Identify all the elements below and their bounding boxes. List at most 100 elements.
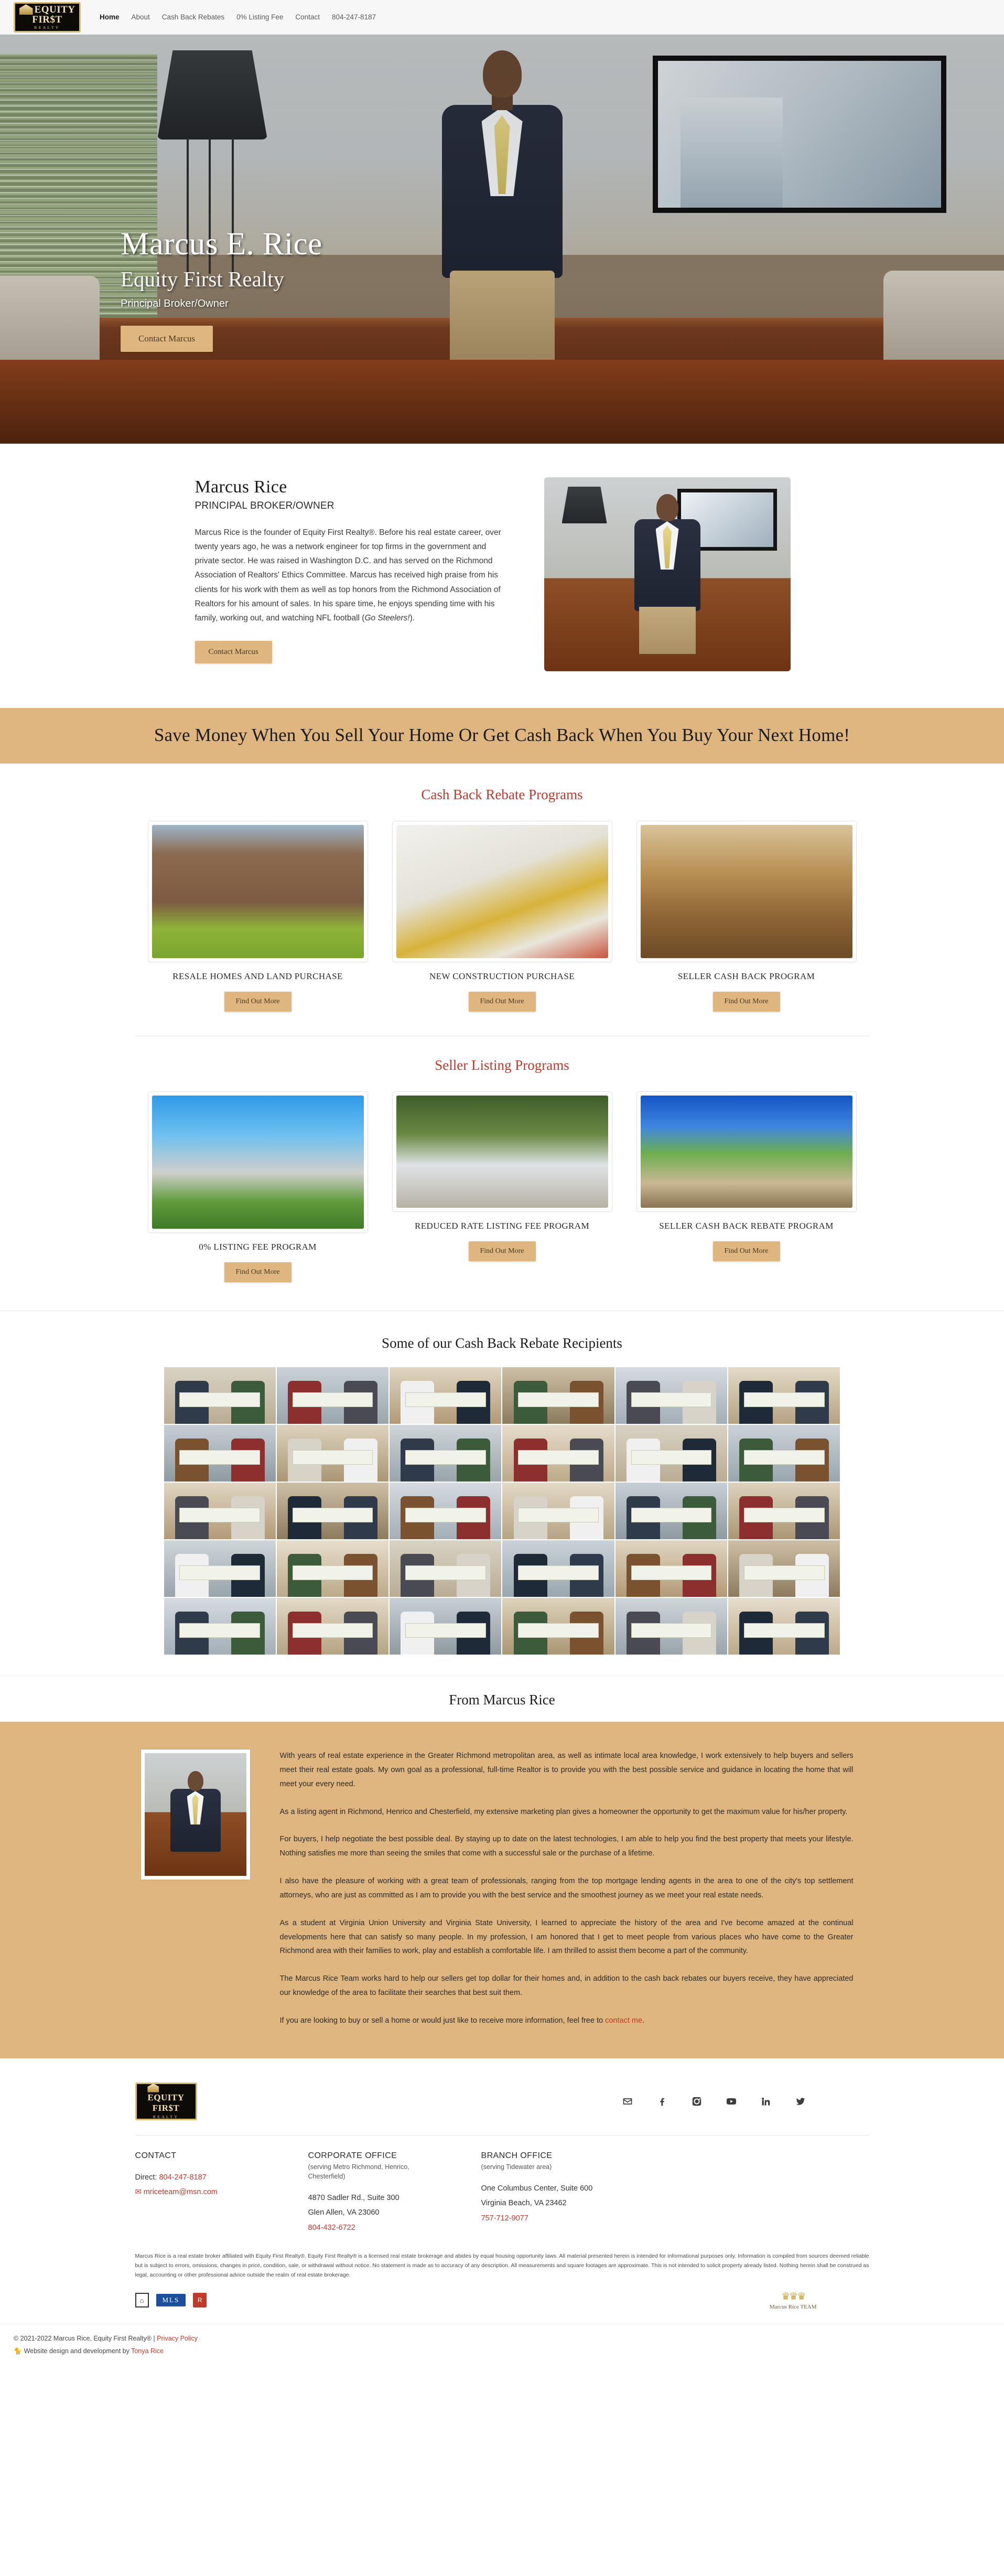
gallery-photo xyxy=(615,1425,728,1482)
about-role: PRINCIPAL BROKER/OWNER xyxy=(195,500,334,511)
find-out-more-button[interactable]: Find Out More xyxy=(712,992,780,1012)
gallery-photo xyxy=(502,1598,614,1655)
gallery-photo xyxy=(164,1540,276,1597)
about-section: Marcus Rice PRINCIPAL BROKER/OWNER Marcu… xyxy=(0,444,1004,708)
about-portrait-photo xyxy=(544,477,791,671)
hero-contact-button[interactable]: Contact Marcus xyxy=(121,326,213,352)
program-card-label: REDUCED RATE LISTING FEE PROGRAM xyxy=(415,1221,589,1231)
program-card-thumbnail[interactable] xyxy=(392,821,612,962)
program-card-label: 0% LISTING FEE PROGRAM xyxy=(199,1242,317,1252)
seller-listing-card-grid: 0% LISTING FEE PROGRAM Find Out More RED… xyxy=(135,1091,869,1283)
linkedin-icon[interactable] xyxy=(760,2096,772,2107)
gallery-photo xyxy=(164,1483,276,1540)
from-marcus-title: From Marcus Rice xyxy=(449,1692,555,1708)
email-icon[interactable] xyxy=(622,2096,633,2107)
gallery-photo xyxy=(615,1367,728,1424)
footer-logo[interactable]: EQUITY FIR$T REALTY xyxy=(135,2082,197,2120)
from-marcus-paragraph: For buyers, I help negotiate the best po… xyxy=(279,1835,854,1858)
gallery-photo xyxy=(276,1598,389,1655)
footer-columns: CONTACT Direct: 804-247-8187 ✉ mriceteam@… xyxy=(135,2151,869,2235)
logo-text-realty: REALTY xyxy=(153,2114,179,2119)
footer-contact-heading: CONTACT xyxy=(135,2151,177,2160)
nav-item-home[interactable]: Home xyxy=(100,13,120,21)
program-card-thumbnail[interactable] xyxy=(636,821,857,962)
twitter-icon[interactable] xyxy=(795,2096,806,2107)
footer-branch-column: BRANCH OFFICE (serving Tidewater area) O… xyxy=(481,2151,869,2235)
gallery-photo xyxy=(502,1483,614,1540)
house-logo-icon xyxy=(19,4,33,15)
nav-links: Home About Cash Back Rebates 0% Listing … xyxy=(100,13,376,21)
footer-badges: ⌂ MLS R ♛♛♛ Marcus Rice TEAM xyxy=(135,2291,869,2324)
from-marcus-heading-bar: From Marcus Rice xyxy=(0,1676,1004,1722)
hero-subtitle: Equity First Realty xyxy=(121,267,285,292)
footer-corporate-address2: Glen Allen, VA 23060 xyxy=(308,2208,380,2217)
footer-email-link[interactable]: mriceteam@msn.com xyxy=(144,2188,218,2196)
privacy-policy-link[interactable]: Privacy Policy xyxy=(157,2335,198,2342)
footer-corporate-phone[interactable]: 804-432-6722 xyxy=(308,2224,355,2232)
about-bio-part2: ). xyxy=(409,613,415,622)
logo-text-equity: EQUITY xyxy=(34,4,75,15)
about-bio-italic: Go Steelers! xyxy=(364,613,410,622)
credit-text: Website design and development by xyxy=(24,2347,129,2355)
program-card-label: NEW CONSTRUCTION PURCHASE xyxy=(429,971,575,981)
gallery-photo xyxy=(728,1540,840,1597)
nav-item-cash-back-rebates[interactable]: Cash Back Rebates xyxy=(162,13,224,21)
program-card[interactable]: NEW CONSTRUCTION PURCHASE Find Out More xyxy=(392,821,612,1012)
about-contact-button[interactable]: Contact Marcus xyxy=(195,640,272,663)
youtube-icon[interactable] xyxy=(726,2096,737,2107)
from-marcus-closing: If you are looking to buy or sell a home… xyxy=(280,2014,854,2028)
footer-branch-phone[interactable]: 757-712-9077 xyxy=(481,2214,528,2223)
nav-item-about[interactable]: About xyxy=(132,13,150,21)
mls-badge: MLS xyxy=(156,2294,186,2307)
program-card-thumbnail[interactable] xyxy=(147,1091,368,1233)
from-marcus-paragraph: The Marcus Rice Team works hard to help … xyxy=(279,1974,854,1997)
program-card-thumbnail[interactable] xyxy=(392,1091,612,1212)
footer-direct-label: Direct: xyxy=(135,2173,157,2182)
program-card[interactable]: SELLER CASH BACK PROGRAM Find Out More xyxy=(636,821,857,1012)
logo-text-realty: REALTY xyxy=(34,25,60,30)
footer-disclaimer: Marcus Rice is a real estate broker affi… xyxy=(135,2252,869,2279)
program-card-label: RESALE HOMES AND LAND PURCHASE xyxy=(172,971,343,981)
program-card-thumbnail[interactable] xyxy=(147,821,368,962)
gallery-photo xyxy=(390,1425,502,1482)
instagram-icon[interactable] xyxy=(691,2096,703,2107)
seller-listing-section-title: Seller Listing Programs xyxy=(435,1057,569,1074)
logo-text-first: FIR$T xyxy=(32,14,62,26)
find-out-more-button[interactable]: Find Out More xyxy=(712,1241,780,1262)
savings-banner-headline: Save Money When You Sell Your Home Or Ge… xyxy=(154,725,850,745)
from-marcus-paragraph: With years of real estate experience in … xyxy=(279,1752,854,1788)
footer-direct-phone[interactable]: 804-247-8187 xyxy=(159,2173,206,2182)
from-marcus-paragraph: As a student at Virginia Union Universit… xyxy=(279,1918,854,1956)
program-card[interactable]: RESALE HOMES AND LAND PURCHASE Find Out … xyxy=(147,821,368,1012)
program-card-thumbnail[interactable] xyxy=(636,1091,857,1212)
find-out-more-button[interactable]: Find Out More xyxy=(224,1262,292,1283)
hero-role: Principal Broker/Owner xyxy=(121,298,229,310)
find-out-more-button[interactable]: Find Out More xyxy=(224,992,292,1012)
gallery-photo xyxy=(164,1367,276,1424)
site-logo[interactable]: EQUITY FIR$T REALTY xyxy=(14,2,81,33)
closing-text-post: . xyxy=(642,2016,645,2025)
closing-text-pre: If you are looking to buy or sell a home… xyxy=(279,2016,606,2025)
from-marcus-section: With years of real estate experience in … xyxy=(0,1722,1004,2058)
nav-item-contact[interactable]: Contact xyxy=(295,13,320,21)
hero-section: Marcus E. Rice Equity First Realty Princ… xyxy=(0,35,1004,444)
gallery-photo xyxy=(615,1483,728,1540)
program-card[interactable]: REDUCED RATE LISTING FEE PROGRAM Find Ou… xyxy=(392,1091,612,1262)
nav-item-listing-fee[interactable]: 0% Listing Fee xyxy=(236,13,283,21)
program-card[interactable]: SELLER CASH BACK REBATE PROGRAM Find Out… xyxy=(636,1091,857,1262)
footer-corporate-column: CORPORATE OFFICE (serving Metro Richmond… xyxy=(308,2151,481,2235)
nav-item-phone[interactable]: 804-247-8187 xyxy=(332,13,376,21)
contact-me-link[interactable]: contact me xyxy=(605,2016,642,2025)
find-out-more-button[interactable]: Find Out More xyxy=(468,1241,536,1262)
marcus-rice-team-logo: ♛♛♛ Marcus Rice TEAM xyxy=(770,2291,869,2310)
savings-banner: Save Money When You Sell Your Home Or Ge… xyxy=(0,708,1004,764)
gallery-photo xyxy=(728,1483,840,1540)
recipients-photo-gallery xyxy=(164,1367,840,1655)
gallery-photo xyxy=(728,1367,840,1424)
designer-link[interactable]: Tonya Rice xyxy=(131,2347,164,2355)
facebook-icon[interactable] xyxy=(656,2096,668,2107)
about-name: Marcus Rice xyxy=(195,477,287,497)
gallery-photo xyxy=(502,1425,614,1482)
program-card[interactable]: 0% LISTING FEE PROGRAM Find Out More xyxy=(147,1091,368,1283)
find-out-more-button[interactable]: Find Out More xyxy=(468,992,536,1012)
